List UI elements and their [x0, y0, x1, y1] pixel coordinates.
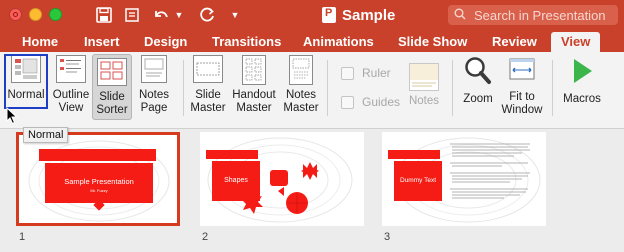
notes-master-button[interactable]: Notes Master	[282, 55, 320, 115]
slide-number-3: 3	[384, 231, 391, 243]
slide-thumbnail-1[interactable]: Sample Presentation Mr. Fuzzy	[16, 132, 180, 226]
fit-to-window-icon	[509, 58, 535, 80]
fit-to-window-button[interactable]: Fit to Window	[500, 55, 544, 117]
minimize-window-button[interactable]	[29, 8, 42, 21]
slide-1-title: Sample Presentation	[64, 177, 134, 186]
guides-checkbox-box	[341, 95, 354, 109]
ribbon-separator	[327, 60, 328, 116]
slide-thumbnail-3[interactable]: Dummy Text	[382, 132, 546, 226]
slide-sorter-button[interactable]: Slide Sorter	[92, 54, 132, 120]
undo-icon[interactable]	[150, 5, 172, 25]
ribbon-view: Normal Outline View Slide Sorter Notes P…	[0, 52, 624, 129]
tab-review[interactable]: Review	[492, 34, 537, 52]
notes-page-button[interactable]: Notes Page	[136, 55, 172, 115]
tab-animations[interactable]: Animations	[303, 34, 374, 52]
handout-master-button[interactable]: Handout Master	[230, 55, 278, 115]
search-placeholder: Search in Presentation	[474, 7, 606, 23]
powerpoint-icon	[322, 7, 336, 23]
slide-thumbnail-2[interactable]: Shapes	[200, 132, 364, 226]
notes-icon	[409, 63, 439, 91]
notes-page-icon	[141, 55, 167, 83]
tab-design[interactable]: Design	[144, 34, 187, 52]
guides-checkbox[interactable]: Guides	[341, 95, 400, 109]
open-folder-icon[interactable]	[122, 5, 142, 25]
notes-master-icon	[289, 55, 313, 85]
tab-insert[interactable]: Insert	[84, 34, 119, 52]
close-window-button[interactable]	[9, 8, 22, 21]
zoom-magnifier-icon	[465, 57, 491, 84]
title-bar: ▼ ▼ Sample Search in Presentation	[0, 0, 624, 30]
ribbon-separator	[183, 60, 184, 116]
mouse-cursor-icon	[6, 107, 18, 125]
outline-view-icon	[56, 55, 86, 83]
normal-button-highlight	[4, 54, 48, 109]
slide-master-button[interactable]: Slide Master	[188, 55, 228, 115]
tab-slide-show[interactable]: Slide Show	[398, 34, 467, 52]
slide-number-2: 2	[202, 231, 209, 243]
slide-2-shapes	[241, 162, 319, 214]
tab-transitions[interactable]: Transitions	[212, 34, 281, 52]
ribbon-separator	[552, 60, 553, 116]
slide-master-icon	[193, 55, 223, 83]
handout-master-icon	[242, 55, 266, 85]
slide-number-1: 1	[19, 231, 26, 243]
search-field[interactable]: Search in Presentation	[448, 5, 618, 25]
slide-3-body-text	[450, 143, 530, 199]
ruler-checkbox-box	[341, 66, 354, 80]
zoom-button[interactable]: Zoom	[458, 55, 498, 106]
slide-header-bar	[39, 149, 156, 161]
search-icon	[454, 8, 468, 23]
play-macro-icon	[574, 59, 592, 83]
ruler-checkbox[interactable]: Ruler	[341, 66, 391, 80]
zoom-window-button[interactable]	[49, 8, 62, 21]
outline-view-button[interactable]: Outline View	[50, 55, 92, 115]
undo-dropdown-icon[interactable]: ▼	[174, 5, 184, 25]
customize-toolbar-icon[interactable]: ▼	[230, 5, 240, 25]
tab-view[interactable]: View	[551, 32, 601, 52]
macros-button[interactable]: Macros	[560, 55, 604, 106]
save-icon[interactable]	[94, 5, 114, 25]
tab-home[interactable]: Home	[22, 34, 58, 52]
notes-button[interactable]: Notes	[406, 55, 442, 108]
slide-sorter-icon	[97, 58, 127, 86]
slide-1-subtitle: Mr. Fuzzy	[90, 188, 108, 193]
document-title: Sample	[322, 6, 395, 24]
ribbon-tabs: Home Insert Design Transitions Animation…	[0, 30, 624, 52]
ribbon-separator	[452, 60, 453, 116]
normal-tooltip: Normal	[23, 127, 69, 143]
redo-icon[interactable]	[198, 5, 218, 25]
